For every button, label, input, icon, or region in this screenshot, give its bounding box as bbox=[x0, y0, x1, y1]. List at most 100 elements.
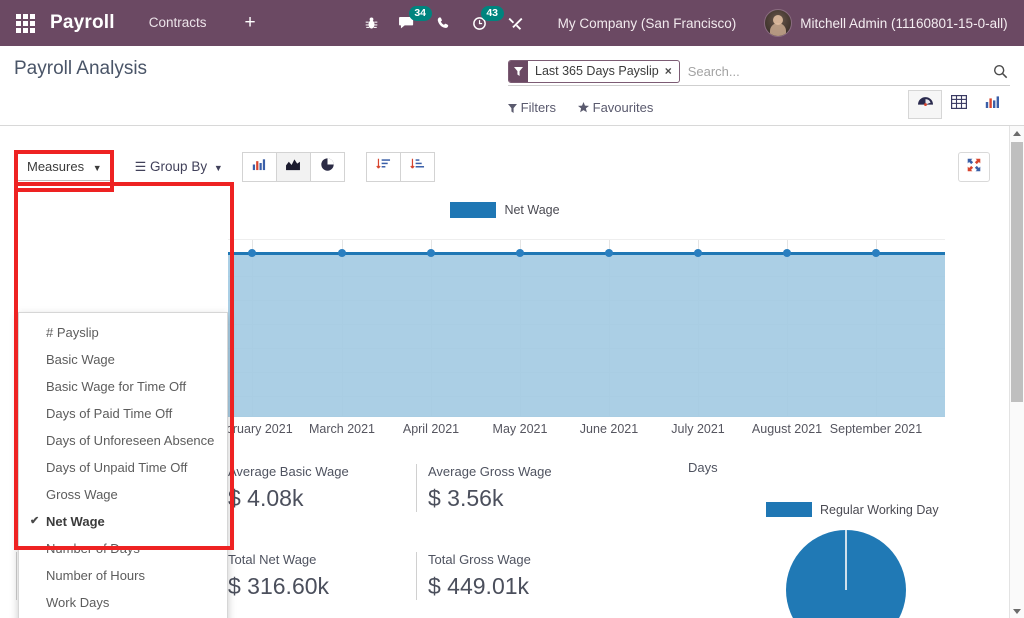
x-tick-label: August 2021 bbox=[752, 422, 822, 436]
measure-label: # Payslip bbox=[46, 325, 99, 340]
activities-clock-icon[interactable]: 43 bbox=[462, 0, 498, 46]
sort-desc-icon bbox=[376, 158, 391, 177]
measures-button-label: Measures bbox=[27, 159, 84, 174]
vertical-scrollbar[interactable] bbox=[1009, 126, 1024, 618]
pie-slice-regular-working-day[interactable] bbox=[786, 530, 906, 618]
kpi-average-basic-wage[interactable]: Average Basic Wage $ 4.08k bbox=[216, 464, 349, 512]
data-point bbox=[694, 249, 702, 257]
measure-item-number-of-hours[interactable]: Number of Hours bbox=[19, 562, 227, 589]
pie-chart-title: Days bbox=[688, 460, 1010, 475]
measure-label: Basic Wage bbox=[46, 352, 115, 367]
kpi-total-net-wage[interactable]: Total Net Wage $ 316.60k bbox=[216, 552, 329, 600]
dashboard-view-button[interactable] bbox=[908, 90, 942, 119]
measure-label: Days of Unpaid Time Off bbox=[46, 460, 187, 475]
x-tick-label: March 2021 bbox=[309, 422, 375, 436]
chart-plot-area bbox=[228, 239, 945, 417]
legend-swatch-net-wage bbox=[450, 202, 496, 218]
favourites-label: Favourites bbox=[593, 100, 654, 115]
measure-item-work-days[interactable]: Work Days bbox=[19, 589, 227, 616]
chart-x-axis: February 2021 March 2021 April 2021 May … bbox=[228, 422, 945, 442]
chart-type-group bbox=[243, 152, 345, 182]
sort-ascending-button[interactable] bbox=[400, 152, 435, 182]
group-by-label: Group By bbox=[150, 159, 207, 174]
scrollbar-thumb[interactable] bbox=[1011, 142, 1023, 402]
legend-label-net-wage: Net Wage bbox=[504, 203, 559, 217]
pie-chart-button[interactable] bbox=[310, 152, 345, 182]
measure-label: Days of Unforeseen Absence bbox=[46, 433, 214, 448]
area-series-net-wage bbox=[228, 252, 945, 417]
list-view-button[interactable] bbox=[942, 90, 976, 119]
control-panel: Payroll Analysis Last 365 Days Payslip ×… bbox=[0, 46, 1024, 126]
graph-view-button[interactable] bbox=[976, 90, 1010, 119]
data-point bbox=[605, 249, 613, 257]
expand-icon bbox=[967, 158, 981, 177]
bar-chart-button[interactable] bbox=[242, 152, 277, 182]
measure-item-days-of-unforeseen-absence[interactable]: Days of Unforeseen Absence bbox=[19, 427, 227, 454]
apps-grid-icon[interactable] bbox=[10, 14, 40, 33]
scroll-up-arrow-icon[interactable] bbox=[1010, 126, 1024, 140]
kpi-average-gross-wage[interactable]: Average Gross Wage $ 3.56k bbox=[416, 464, 552, 512]
check-icon: ✔ bbox=[30, 514, 39, 527]
kpi-total-gross-wage[interactable]: Total Gross Wage $ 449.01k bbox=[416, 552, 531, 600]
measure-item-number-of-days[interactable]: Number of Days bbox=[19, 535, 227, 562]
search-facet-last-365-days-payslip[interactable]: Last 365 Days Payslip × bbox=[508, 60, 680, 83]
nav-add-button[interactable]: + bbox=[235, 0, 266, 46]
sort-asc-icon bbox=[410, 158, 425, 177]
kpi-value: $ 316.60k bbox=[228, 573, 329, 600]
area-chart-button[interactable] bbox=[276, 152, 311, 182]
page-title: Payroll Analysis bbox=[14, 58, 147, 80]
measure-label: Basic Wage for Time Off bbox=[46, 379, 186, 394]
measure-item-basic-wage-for-time-off[interactable]: Basic Wage for Time Off bbox=[19, 373, 227, 400]
chart-toolbar: Measures ▼ ☰ Group By ▼ bbox=[16, 152, 435, 182]
kpi-value: $ 449.01k bbox=[428, 573, 531, 600]
measure-item-days-of-unpaid-time-off[interactable]: Days of Unpaid Time Off bbox=[19, 454, 227, 481]
measure-item-days-of-paid-time-off[interactable]: Days of Paid Time Off bbox=[19, 400, 227, 427]
data-point bbox=[427, 249, 435, 257]
table-icon bbox=[951, 95, 967, 114]
kpi-label: Average Gross Wage bbox=[428, 464, 552, 479]
kpi-label: Total Net Wage bbox=[228, 552, 329, 567]
expand-fullscreen-button[interactable] bbox=[958, 152, 990, 182]
area-line-net-wage bbox=[228, 252, 945, 255]
search-icon[interactable] bbox=[993, 64, 1010, 79]
data-point bbox=[872, 249, 880, 257]
x-tick-label: May 2021 bbox=[493, 422, 548, 436]
measure-label: Number of Days bbox=[46, 541, 140, 556]
bug-icon[interactable] bbox=[354, 0, 390, 46]
search-input[interactable] bbox=[680, 63, 993, 80]
measure-item-net-wage[interactable]: ✔ Net Wage bbox=[19, 508, 227, 535]
app-brand-payroll[interactable]: Payroll bbox=[50, 12, 115, 34]
username-label: Mitchell Admin (11160801-15-0-all) bbox=[800, 16, 1007, 31]
x-tick-label: July 2021 bbox=[671, 422, 725, 436]
x-tick-label: June 2021 bbox=[580, 422, 638, 436]
data-point bbox=[248, 249, 256, 257]
legend-swatch-regular-working-day bbox=[766, 502, 812, 517]
bar-chart-icon bbox=[985, 95, 1001, 114]
list-lines-icon: ☰ bbox=[135, 159, 147, 174]
measure-label: Days of Paid Time Off bbox=[46, 406, 172, 421]
scroll-down-arrow-icon[interactable] bbox=[1010, 604, 1024, 618]
filters-dropdown[interactable]: Filters bbox=[508, 100, 556, 115]
measure-item-payslip[interactable]: # Payslip bbox=[19, 319, 227, 346]
system-icons: 34 43 bbox=[354, 0, 534, 46]
star-icon bbox=[578, 100, 593, 115]
chevron-down-icon: ▼ bbox=[93, 163, 102, 173]
measure-item-gross-wage[interactable]: Gross Wage bbox=[19, 481, 227, 508]
nav-menu-contracts[interactable]: Contracts bbox=[135, 0, 221, 46]
view-switcher bbox=[908, 90, 1010, 119]
area-chart-icon bbox=[285, 158, 301, 176]
phone-icon[interactable] bbox=[426, 0, 462, 46]
company-selector[interactable]: My Company (San Francisco) bbox=[558, 16, 737, 31]
sort-descending-button[interactable] bbox=[366, 152, 401, 182]
remove-facet-icon[interactable]: × bbox=[665, 61, 679, 82]
measure-item-basic-wage[interactable]: Basic Wage bbox=[19, 346, 227, 373]
filters-label: Filters bbox=[521, 100, 556, 115]
favourites-dropdown[interactable]: Favourites bbox=[578, 100, 653, 115]
pie-chart-icon bbox=[320, 157, 335, 177]
tools-icon[interactable] bbox=[498, 0, 534, 46]
measures-button[interactable]: Measures ▼ bbox=[16, 153, 113, 181]
user-menu[interactable]: Mitchell Admin (11160801-15-0-all) bbox=[764, 9, 1007, 37]
group-by-dropdown[interactable]: ☰ Group By ▼ bbox=[135, 159, 223, 175]
dashboard-icon bbox=[917, 95, 934, 115]
messages-icon[interactable]: 34 bbox=[390, 0, 426, 46]
